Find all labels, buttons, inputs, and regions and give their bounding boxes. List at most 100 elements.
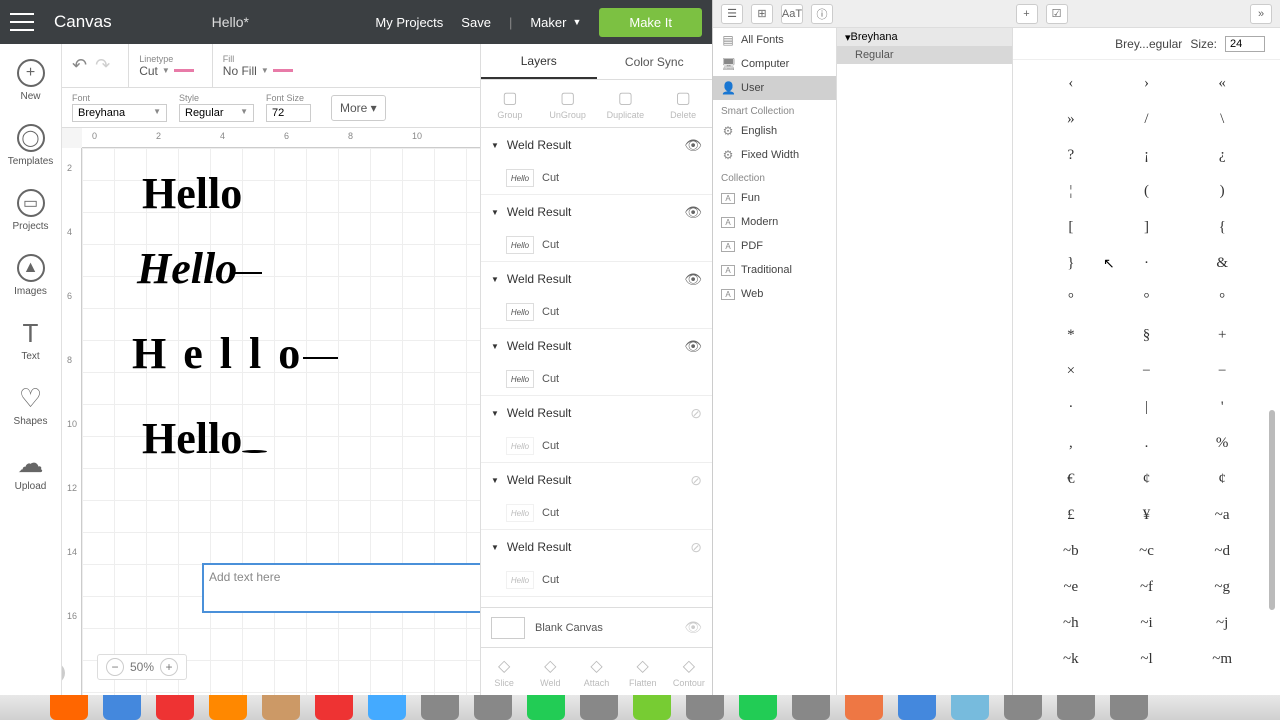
glyph-cell[interactable]: ~k — [1033, 641, 1109, 677]
layer-item[interactable]: ▼Weld Result⊘ — [481, 463, 712, 497]
action-contour[interactable]: ◇Contour — [666, 648, 712, 695]
layer-action-duplicate[interactable]: ▢Duplicate — [597, 80, 655, 127]
canvas-row[interactable]: Blank Canvas 👁 — [481, 607, 712, 647]
fb-smart-english[interactable]: ⚙English — [713, 119, 836, 143]
glyph-cell[interactable]: | — [1109, 389, 1185, 425]
fb-grid-icon[interactable]: ⊞ — [751, 4, 773, 24]
glyph-cell[interactable]: / — [1109, 101, 1185, 137]
layer-child[interactable]: HelloCut — [481, 162, 712, 194]
glyph-cell[interactable]: \ — [1184, 101, 1260, 137]
action-attach[interactable]: ◇Attach — [573, 648, 619, 695]
layer-action-group[interactable]: ▢Group — [481, 80, 539, 127]
dock-app[interactable] — [50, 695, 88, 720]
glyph-cell[interactable]: ¡ — [1109, 137, 1185, 173]
fb-text-icon[interactable]: AaT — [781, 4, 803, 24]
fb-coll-modern[interactable]: AModern — [713, 210, 836, 234]
visibility-icon[interactable]: ⊘ — [690, 472, 702, 489]
glyph-size-input[interactable] — [1225, 36, 1265, 52]
undo-button[interactable]: ↶ — [72, 55, 87, 76]
dock-app[interactable] — [156, 695, 194, 720]
glyph-cell[interactable]: & — [1184, 245, 1260, 281]
fb-smart-fixed-width[interactable]: ⚙Fixed Width — [713, 143, 836, 167]
glyph-cell[interactable]: · — [1109, 245, 1185, 281]
linetype-select[interactable]: Cut▼ — [139, 64, 194, 78]
my-projects-link[interactable]: My Projects — [375, 15, 443, 30]
layer-item[interactable]: ▼Weld Result⊘ — [481, 396, 712, 430]
action-weld[interactable]: ◇Weld — [527, 648, 573, 695]
fb-add-icon[interactable]: + — [1016, 4, 1038, 24]
layer-action-delete[interactable]: ▢Delete — [654, 80, 712, 127]
fb-coll-traditional[interactable]: ATraditional — [713, 258, 836, 282]
glyph-cell[interactable]: » — [1033, 101, 1109, 137]
visibility-icon[interactable]: ⊘ — [690, 405, 702, 422]
layer-child[interactable]: HelloCut — [481, 363, 712, 395]
tab-layers[interactable]: Layers — [481, 44, 597, 79]
glyph-cell[interactable]: ° — [1109, 281, 1185, 317]
visibility-icon[interactable]: 👁 — [684, 338, 702, 355]
fb-coll-fun[interactable]: AFun — [713, 186, 836, 210]
tool-templates[interactable]: ◯Templates — [6, 119, 56, 172]
layer-child[interactable]: HelloCut — [481, 564, 712, 596]
fb-all-fonts[interactable]: ▤All Fonts — [713, 28, 836, 52]
layer-item[interactable]: ▼Weld Result👁 — [481, 329, 712, 363]
tool-upload[interactable]: ☁Upload — [6, 444, 56, 497]
tool-new[interactable]: +New — [6, 54, 56, 107]
glyph-cell[interactable]: £ — [1033, 497, 1109, 533]
dock-app[interactable] — [1004, 695, 1042, 720]
glyph-cell[interactable]: ¥ — [1109, 497, 1185, 533]
dock-app[interactable] — [633, 695, 671, 720]
font-more-button[interactable]: More ▾ — [331, 95, 386, 121]
fb-check-icon[interactable]: ☑ — [1046, 4, 1068, 24]
glyph-cell[interactable]: % — [1184, 425, 1260, 461]
dock-app[interactable] — [686, 695, 724, 720]
dock-app[interactable] — [474, 695, 512, 720]
fb-info-icon[interactable]: ⓘ — [811, 4, 833, 24]
layer-action-ungroup[interactable]: ▢UnGroup — [539, 80, 597, 127]
glyph-grid[interactable]: ↖ ‹›«»/\?¡¿¦()[]{}·&°°°*§+×−−·|',.%€¢¢£¥… — [1013, 60, 1280, 695]
glyph-cell[interactable]: ~c — [1109, 533, 1185, 569]
zoom-in-button[interactable]: + — [160, 658, 178, 676]
glyph-cell[interactable]: ) — [1184, 173, 1260, 209]
canvas-visibility-icon[interactable]: 👁 — [684, 619, 702, 636]
hello-text-2[interactable]: Hello — [137, 243, 262, 294]
redo-button[interactable]: ↷ — [95, 55, 110, 76]
dock-app[interactable] — [421, 695, 459, 720]
dock-app[interactable] — [368, 695, 406, 720]
glyph-cell[interactable]: ~l — [1109, 641, 1185, 677]
glyph-cell[interactable]: , — [1033, 425, 1109, 461]
glyph-cell[interactable]: ‹ — [1033, 65, 1109, 101]
dock-app[interactable] — [209, 695, 247, 720]
dock-app[interactable] — [1110, 695, 1148, 720]
glyph-cell[interactable]: ~a — [1184, 497, 1260, 533]
layer-item[interactable]: ▼Square⊘ — [481, 597, 712, 607]
dock-app[interactable] — [739, 695, 777, 720]
hello-text-1[interactable]: Hello — [142, 168, 242, 219]
tool-images[interactable]: ▲Images — [6, 249, 56, 302]
fb-coll-pdf[interactable]: APDF — [713, 234, 836, 258]
tool-text[interactable]: TText — [6, 314, 56, 367]
glyph-cell[interactable]: ¢ — [1109, 461, 1185, 497]
save-link[interactable]: Save — [461, 15, 491, 30]
glyph-cell[interactable]: } — [1033, 245, 1109, 281]
layer-item[interactable]: ▼Weld Result👁 — [481, 195, 712, 229]
tool-projects[interactable]: ▭Projects — [6, 184, 56, 237]
glyph-cell[interactable]: ¦ — [1033, 173, 1109, 209]
glyph-cell[interactable]: × — [1033, 353, 1109, 389]
fb-expand-icon[interactable]: » — [1250, 4, 1272, 24]
fb-list-icon[interactable]: ☰ — [721, 4, 743, 24]
glyph-cell[interactable]: € — [1033, 461, 1109, 497]
glyph-cell[interactable]: ~h — [1033, 605, 1109, 641]
fb-user[interactable]: 👤User — [713, 76, 836, 100]
glyph-cell[interactable]: ~m — [1184, 641, 1260, 677]
glyph-cell[interactable]: ° — [1184, 281, 1260, 317]
visibility-icon[interactable]: ⊘ — [690, 539, 702, 556]
glyph-cell[interactable]: ¿ — [1184, 137, 1260, 173]
glyph-cell[interactable]: ( — [1109, 173, 1185, 209]
layer-child[interactable]: HelloCut — [481, 497, 712, 529]
layer-child[interactable]: HelloCut — [481, 430, 712, 462]
dock-app[interactable] — [1057, 695, 1095, 720]
glyph-cell[interactable]: ° — [1033, 281, 1109, 317]
glyph-cell[interactable]: ? — [1033, 137, 1109, 173]
dock-app[interactable] — [103, 695, 141, 720]
glyph-cell[interactable]: ' — [1184, 389, 1260, 425]
